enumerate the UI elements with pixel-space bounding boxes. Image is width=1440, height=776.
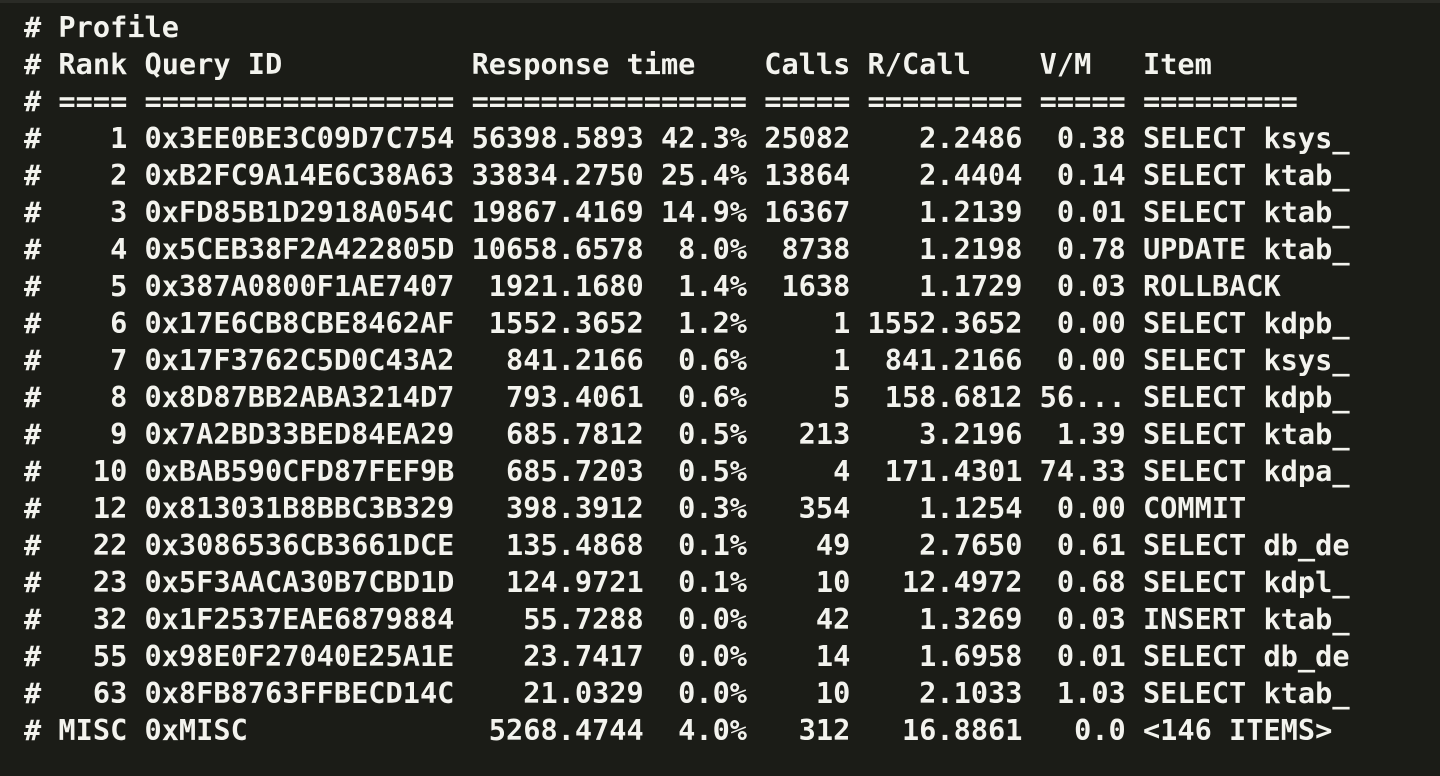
query-row: # 1 0x3EE0BE3C09D7C754 56398.5893 42.3% …: [24, 121, 1350, 155]
query-row: # 2 0xB2FC9A14E6C38A63 33834.2750 25.4% …: [24, 158, 1350, 192]
query-row: # 32 0x1F2537EAE6879884 55.7288 0.0% 42 …: [24, 602, 1350, 636]
profile-heading: # Profile: [24, 10, 179, 44]
query-row: # 3 0xFD85B1D2918A054C 19867.4169 14.9% …: [24, 195, 1350, 229]
terminal-window[interactable]: # Profile # Rank Query ID Response time C…: [0, 0, 1440, 776]
query-row: # 6 0x17E6CB8CBE8462AF 1552.3652 1.2% 1 …: [24, 306, 1350, 340]
window-top-edge: [0, 0, 1440, 3]
query-row: # 8 0x8D87BB2ABA3214D7 793.4061 0.6% 5 1…: [24, 380, 1350, 414]
query-row: # 12 0x813031B8BBC3B329 398.3912 0.3% 35…: [24, 491, 1247, 525]
query-row: # 63 0x8FB8763FFBECD14C 21.0329 0.0% 10 …: [24, 676, 1350, 710]
column-header-row: # Rank Query ID Response time Calls R/Ca…: [24, 47, 1212, 81]
query-profile-output: # Profile # Rank Query ID Response time C…: [24, 9, 1440, 749]
query-row: # 23 0x5F3AACA30B7CBD1D 124.9721 0.1% 10…: [24, 565, 1350, 599]
query-row: # 10 0xBAB590CFD87FEF9B 685.7203 0.5% 4 …: [24, 454, 1350, 488]
query-row: # 5 0x387A0800F1AE7407 1921.1680 1.4% 16…: [24, 269, 1281, 303]
misc-summary-row: # MISC 0xMISC 5268.4744 4.0% 312 16.8861…: [24, 713, 1333, 747]
separator-row: # ==== ================== ==============…: [24, 84, 1298, 118]
query-row: # 55 0x98E0F27040E25A1E 23.7417 0.0% 14 …: [24, 639, 1350, 673]
query-row: # 7 0x17F3762C5D0C43A2 841.2166 0.6% 1 8…: [24, 343, 1350, 377]
query-row: # 9 0x7A2BD33BED84EA29 685.7812 0.5% 213…: [24, 417, 1350, 451]
query-row: # 4 0x5CEB38F2A422805D 10658.6578 8.0% 8…: [24, 232, 1350, 266]
query-row: # 22 0x3086536CB3661DCE 135.4868 0.1% 49…: [24, 528, 1350, 562]
